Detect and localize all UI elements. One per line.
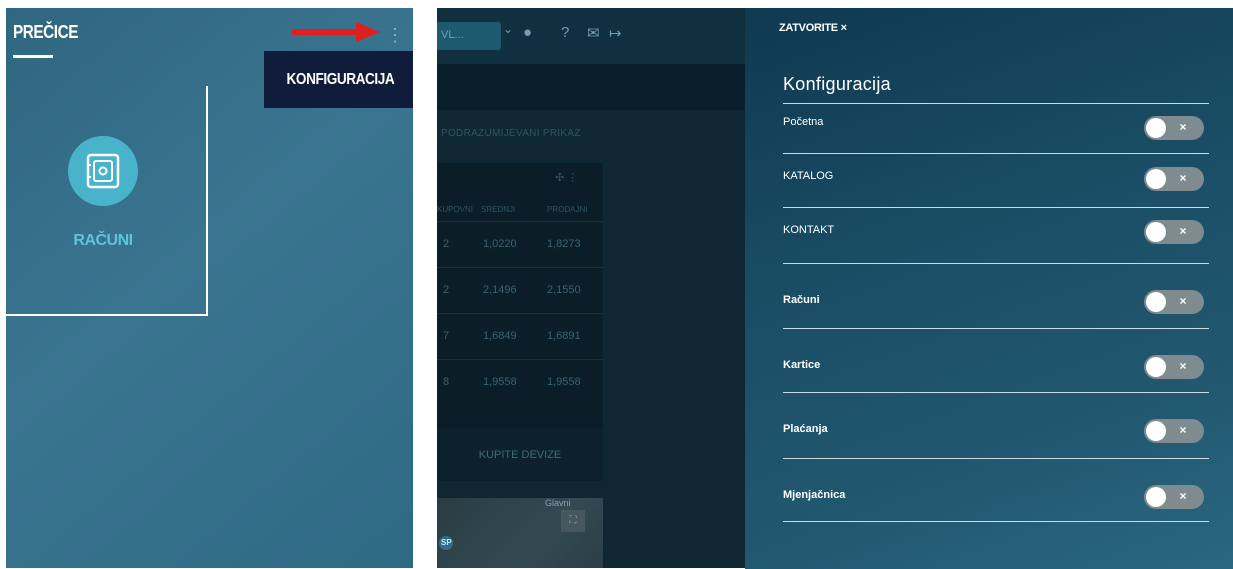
column-header: SREDNJI xyxy=(481,205,516,214)
chevron-down-icon: ⌄ xyxy=(503,22,514,36)
table-cell: 7 xyxy=(443,330,450,342)
config-item-kontakt: KONTAKT × xyxy=(783,207,1209,263)
top-bar: VL... ⌄ ● ? ✉ ↦ xyxy=(437,8,745,64)
column-header: PRODAJNI xyxy=(547,205,588,214)
map-label: Glavni xyxy=(545,498,571,508)
close-icon: × xyxy=(1179,423,1187,437)
config-item-racuni: Računi × xyxy=(783,263,1209,328)
config-item-label: Plaćanja xyxy=(783,423,828,435)
accounts-shortcut-label[interactable]: RAČUNI xyxy=(68,232,138,250)
shortcuts-title: PREČICE xyxy=(13,22,79,42)
configuration-menu-label: KONFIGURACIJA xyxy=(286,70,394,88)
currency-dropdown[interactable]: VL... xyxy=(437,22,501,50)
toggle-switch[interactable]: × xyxy=(1144,419,1204,443)
shortcuts-panel: PREČICE ⋮ KONFIGURACIJA RAČUNI xyxy=(6,8,413,568)
table-cell: 2,1496 xyxy=(483,284,517,296)
close-icon: × xyxy=(1179,224,1187,238)
card-border-bottom xyxy=(6,314,208,316)
avatar-icon[interactable]: ● xyxy=(523,24,532,41)
config-item-label: Početna xyxy=(783,116,824,128)
table-cell: 1,6849 xyxy=(483,330,517,342)
safe-icon[interactable] xyxy=(68,136,138,206)
configuration-menu-item[interactable]: KONFIGURACIJA xyxy=(264,51,413,108)
table-cell: 2,1550 xyxy=(547,284,581,296)
default-view-link[interactable]: PODRAZUMIJEVANI PRIKAZ xyxy=(441,128,581,139)
close-icon: × xyxy=(1179,171,1187,185)
sub-bar xyxy=(437,64,745,110)
toggle-switch[interactable]: × xyxy=(1144,290,1204,314)
config-item-label: KATALOG xyxy=(783,170,834,182)
title-underline xyxy=(13,55,53,58)
more-options-icon[interactable]: ⋮ xyxy=(386,24,404,46)
column-header: KUPOVNI xyxy=(437,205,474,214)
toggle-switch[interactable]: × xyxy=(1144,116,1204,140)
table-cell: 2 xyxy=(443,284,450,296)
table-cell: 2 xyxy=(443,238,450,250)
config-item-label: KONTAKT xyxy=(783,224,835,236)
table-row: 2 1,0220 1,8273 xyxy=(437,221,603,267)
table-cell: 1,6891 xyxy=(547,330,581,342)
table-row: 7 1,6849 1,6891 xyxy=(437,313,603,359)
toggle-switch[interactable]: × xyxy=(1144,167,1204,191)
close-icon: × xyxy=(1179,120,1187,134)
table-cell: 1,9558 xyxy=(547,376,581,388)
config-item-pocetna: Početna × xyxy=(783,103,1209,153)
fullscreen-icon[interactable]: ⛶ xyxy=(561,510,585,532)
map-pin-label: SP xyxy=(441,538,452,547)
configuration-panel: ZATVORITE × Konfiguracija Početna × KATA… xyxy=(745,8,1233,569)
table-cell: 8 xyxy=(443,376,450,388)
widget-controls-icon[interactable]: ✣ ⋮ xyxy=(555,171,578,184)
toggle-knob xyxy=(1146,487,1166,507)
config-item-label: Mjenjačnica xyxy=(783,489,846,501)
mail-icon[interactable]: ✉ xyxy=(587,24,600,42)
config-item-label: Kartice xyxy=(783,359,821,371)
toggle-switch[interactable]: × xyxy=(1144,220,1204,244)
toggle-knob xyxy=(1146,118,1166,138)
table-cell: 1,8273 xyxy=(547,238,581,250)
close-icon: × xyxy=(1179,359,1187,373)
table-cell: 1,0220 xyxy=(483,238,517,250)
help-icon[interactable]: ? xyxy=(561,24,569,41)
config-item-kartice: Kartice × xyxy=(783,328,1209,392)
buy-currency-button[interactable]: KUPITE DEVIZE xyxy=(437,428,603,481)
map-widget[interactable]: Glavni ⛶ SP xyxy=(437,498,603,568)
table-row: 2 2,1496 2,1550 xyxy=(437,267,603,313)
toggle-switch[interactable]: × xyxy=(1144,355,1204,379)
toggle-knob xyxy=(1146,421,1166,441)
red-arrow-icon xyxy=(292,22,380,42)
config-item-mjenjacnica: Mjenjačnica × xyxy=(783,458,1209,522)
close-icon: × xyxy=(1179,294,1187,308)
config-item-katalog: KATALOG × xyxy=(783,153,1209,207)
toggle-switch[interactable]: × xyxy=(1144,485,1204,509)
config-item-label: Računi xyxy=(783,294,820,306)
table-row: 8 1,9558 1,9558 xyxy=(437,359,603,405)
close-icon: × xyxy=(1179,489,1187,503)
toggle-knob xyxy=(1146,292,1166,312)
table-cell: 1,9558 xyxy=(483,376,517,388)
close-button[interactable]: ZATVORITE × xyxy=(779,22,847,34)
exchange-rate-widget: ✣ ⋮ KUPOVNI SREDNJI PRODAJNI 2 1,0220 1,… xyxy=(437,163,603,481)
toggle-knob xyxy=(1146,222,1166,242)
card-border-right xyxy=(206,86,208,316)
toggle-knob xyxy=(1146,357,1166,377)
dimmed-app-background: VL... ⌄ ● ? ✉ ↦ PODRAZUMIJEVANI PRIKAZ ✣… xyxy=(437,8,745,568)
toggle-knob xyxy=(1146,169,1166,189)
config-item-placanja: Plaćanja × xyxy=(783,392,1209,458)
logout-icon[interactable]: ↦ xyxy=(609,24,622,42)
panel-heading: Konfiguracija xyxy=(783,74,891,94)
